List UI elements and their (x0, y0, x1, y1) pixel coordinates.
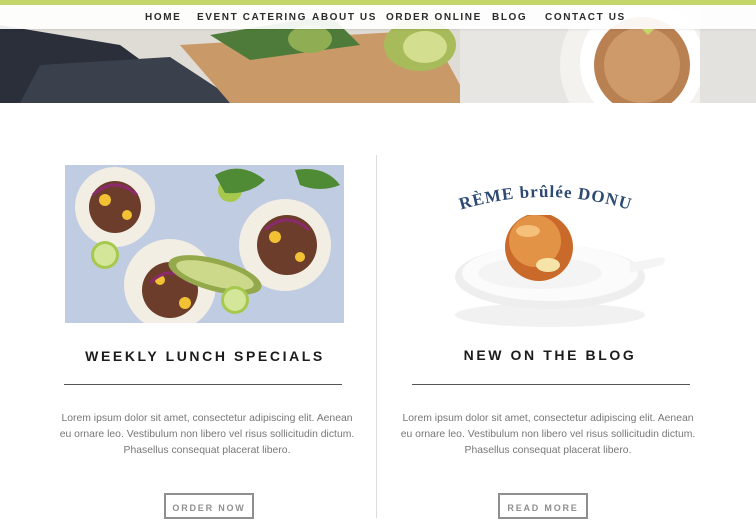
column-divider (376, 155, 377, 518)
read-more-button[interactable]: READ MORE (498, 493, 588, 519)
nav-event-catering[interactable]: EVENT CATERING (197, 12, 307, 23)
right-heading-rule (412, 384, 690, 385)
new-on-the-blog-heading: NEW ON THE BLOG (463, 347, 637, 363)
nav-blog[interactable]: BLOG (492, 12, 527, 23)
tacos-illustration (65, 165, 344, 323)
nav-home[interactable]: HOME (145, 12, 181, 23)
left-heading-rule (64, 384, 342, 385)
left-card-body: Lorem ipsum dolor sit amet, consectetur … (59, 413, 355, 456)
right-card-body: Lorem ipsum dolor sit amet, consectetur … (400, 413, 696, 456)
donut-illustration (455, 215, 665, 327)
svg-text:~ CRÈME brûlée DONUT ~: ~ CRÈME brûlée DONUT ~ (450, 180, 634, 214)
nav-active-caret-icon (642, 29, 654, 35)
main-nav: HOME EVENT CATERING ABOUT US ORDER ONLIN… (0, 5, 756, 35)
donut-image (440, 215, 670, 330)
nav-contact-us[interactable]: CONTACT US (545, 12, 626, 23)
weekly-lunch-specials-heading: WEEKLY LUNCH SPECIALS (85, 348, 325, 364)
nav-about-us[interactable]: ABOUT US (312, 12, 377, 23)
nav-order-online[interactable]: ORDER ONLINE (386, 12, 482, 23)
creme-brulee-donut-graphic: ~ CRÈME brûlée DONUT ~ (450, 180, 634, 214)
tacos-image (65, 165, 344, 323)
order-now-button[interactable]: ORDER NOW (164, 493, 254, 519)
donut-graphic-text: ~ CRÈME brûlée DONUT ~ (450, 180, 633, 214)
